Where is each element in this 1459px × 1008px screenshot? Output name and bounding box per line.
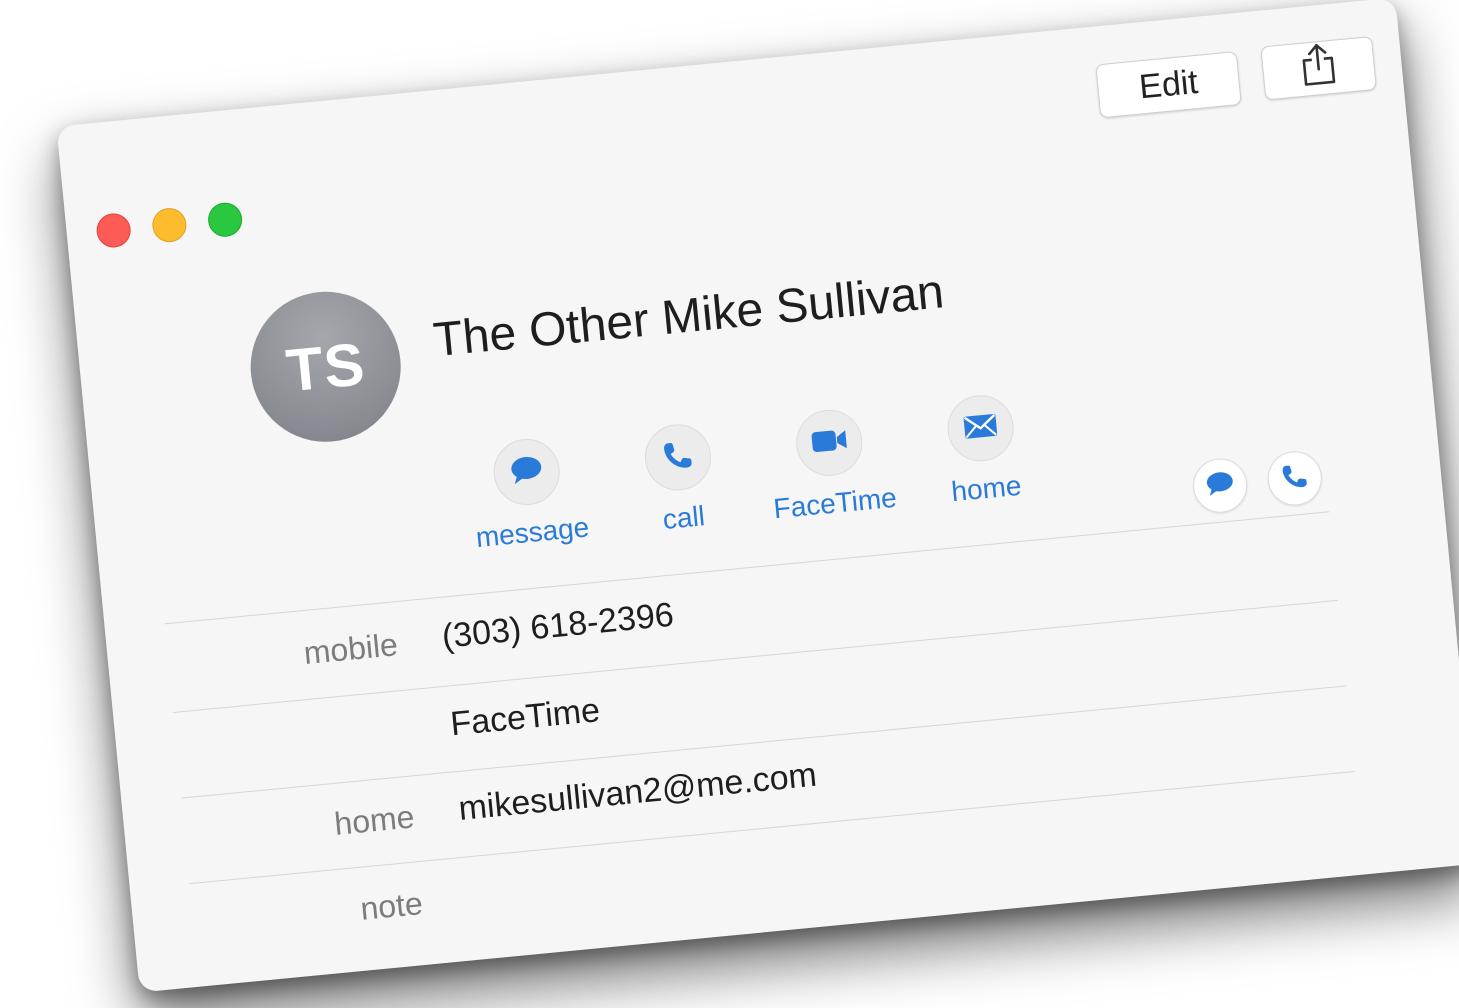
field-value-phone[interactable]: (303) 618-2396 [440, 596, 675, 657]
call-action-circle[interactable] [641, 421, 714, 494]
email-action[interactable]: home [903, 388, 1063, 512]
screenshot-stage: Edit TS The Other Mike Sullivan message … [0, 0, 1459, 1008]
field-label-note: note [358, 885, 425, 927]
message-action-label[interactable]: message [474, 511, 590, 554]
message-action[interactable]: message [449, 432, 609, 556]
field-label-home: home [332, 798, 416, 842]
window-controls [95, 201, 244, 250]
share-button[interactable] [1260, 35, 1377, 101]
avatar: TS [243, 284, 408, 449]
row-call-button[interactable] [1265, 448, 1325, 508]
phone-icon [660, 437, 695, 477]
divider [164, 511, 1330, 625]
share-icon [1298, 41, 1339, 95]
facetime-action-label[interactable]: FaceTime [772, 482, 898, 526]
minimize-button[interactable] [150, 206, 188, 244]
contact-card-window: Edit TS The Other Mike Sullivan message … [56, 0, 1459, 993]
message-action-circle[interactable] [490, 435, 563, 508]
phone-icon [1279, 461, 1310, 497]
field-label-mobile: mobile [302, 626, 400, 672]
field-label-facetime [175, 714, 404, 736]
call-action[interactable]: call [600, 417, 760, 541]
video-camera-icon [809, 426, 850, 460]
envelope-icon [961, 411, 1000, 445]
facetime-action[interactable]: FaceTime [751, 403, 911, 527]
message-bubble-icon [1204, 469, 1237, 503]
contact-name: The Other Mike Sullivan [431, 265, 947, 368]
close-button[interactable] [95, 211, 133, 250]
zoom-button[interactable] [206, 201, 244, 239]
row-message-button[interactable] [1190, 456, 1250, 516]
field-value-facetime[interactable]: FaceTime [449, 691, 602, 744]
email-action-circle[interactable] [944, 392, 1017, 465]
message-bubble-icon [508, 453, 545, 491]
facetime-action-circle[interactable] [793, 406, 866, 479]
email-action-label[interactable]: home [950, 470, 1023, 509]
call-action-label[interactable]: call [661, 500, 706, 536]
edit-button[interactable]: Edit [1095, 50, 1242, 119]
